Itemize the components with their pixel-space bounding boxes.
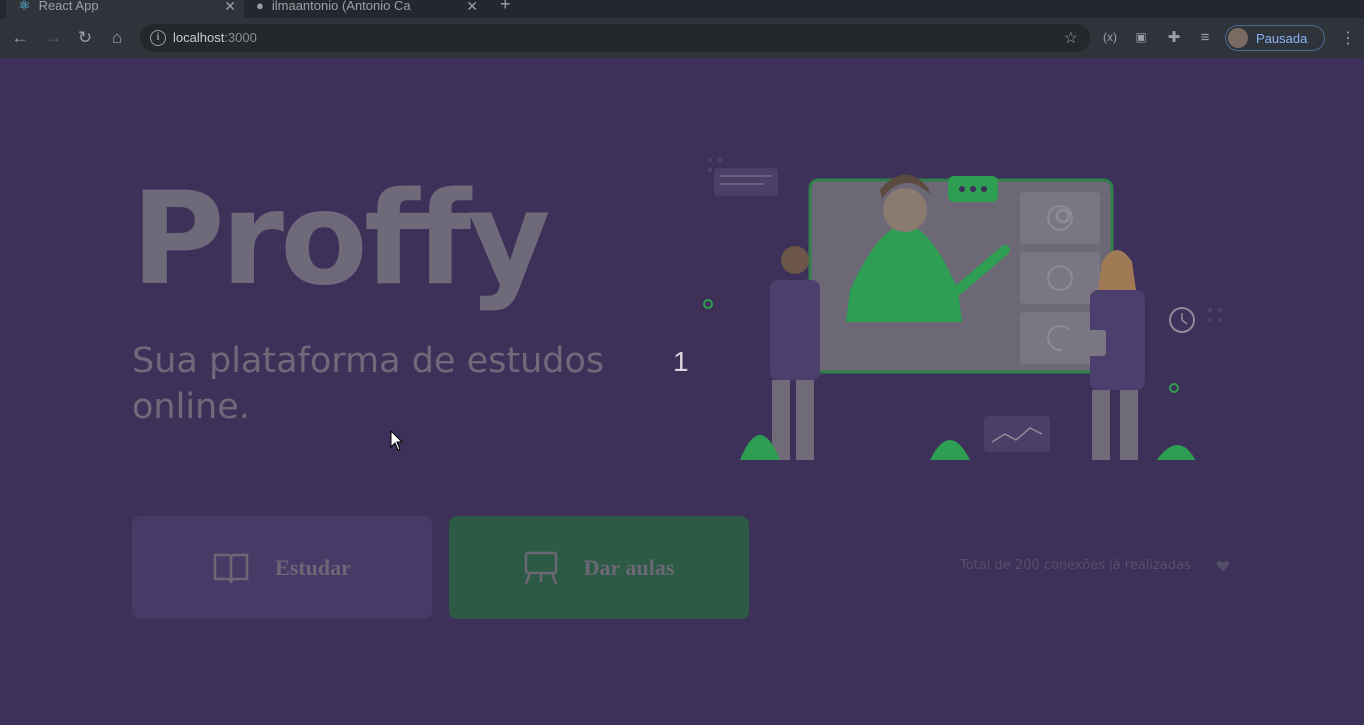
close-icon[interactable]: ✕ xyxy=(466,0,478,15)
step-marker: 1 xyxy=(673,346,689,377)
page-subtitle: Sua plataforma de estudos online. xyxy=(132,341,605,427)
address-bar[interactable]: i localhost:3000 ☆ xyxy=(140,24,1090,52)
tab-title: React App xyxy=(38,0,99,13)
hero-illustration xyxy=(703,158,1222,460)
avatar xyxy=(1228,28,1248,48)
chat-bubble xyxy=(714,168,778,196)
plant-right xyxy=(1156,445,1196,460)
tab-github[interactable]: ● ilmaantonio (Antonio Ca ✕ xyxy=(246,0,486,18)
connections-counter: Total de 200 conexões já realizadas xyxy=(960,558,1191,573)
teach-button[interactable]: Dar aulas xyxy=(449,516,749,619)
url-text: localhost:3000 xyxy=(173,30,257,45)
github-icon: ● xyxy=(256,0,264,13)
extension-icon[interactable]: (x) xyxy=(1101,28,1119,46)
plant-center xyxy=(930,440,970,460)
proffy-logo: Proffy xyxy=(131,165,551,314)
student-left xyxy=(770,280,820,380)
reload-icon[interactable]: ↻ xyxy=(74,27,96,49)
heart-icon xyxy=(1216,561,1230,571)
react-icon: ⚛ xyxy=(18,0,31,13)
book-open-icon xyxy=(213,553,249,583)
landing-page: Proffy Sua plataforma de estudos online.… xyxy=(0,58,1364,725)
browser-tab-strip: ⚛ React App ✕ ● ilmaantonio (Antonio Ca … xyxy=(0,0,1364,18)
mouse-cursor-icon xyxy=(390,430,404,451)
profile-label: Pausada xyxy=(1256,30,1308,46)
menu-icon[interactable]: ⋮ xyxy=(1340,28,1356,48)
home-icon[interactable]: ⌂ xyxy=(106,27,128,49)
chart-card xyxy=(984,416,1050,452)
bookmark-star-icon[interactable]: ☆ xyxy=(1064,28,1078,48)
close-icon[interactable]: ✕ xyxy=(224,0,236,15)
profile-button[interactable]: Pausada xyxy=(1225,25,1325,51)
tab-title: ilmaantonio (Antonio Ca xyxy=(271,0,411,13)
teach-button-label: Dar aulas xyxy=(583,554,675,580)
info-icon[interactable]: i xyxy=(150,30,166,46)
puzzle-icon[interactable]: ✚ xyxy=(1165,28,1183,46)
new-tab-button[interactable]: + xyxy=(500,0,511,15)
reading-list-icon[interactable]: ≡ xyxy=(1196,28,1214,46)
back-icon[interactable]: ← xyxy=(9,27,31,49)
tab-react-app[interactable]: ⚛ React App ✕ xyxy=(6,0,244,18)
browser-toolbar: ← → ↻ ⌂ i localhost:3000 ☆ (x) ▣ ✚ ≡ Pau… xyxy=(0,18,1364,59)
study-button[interactable]: Estudar xyxy=(132,516,432,619)
forward-icon[interactable]: → xyxy=(42,27,64,49)
study-button-label: Estudar xyxy=(275,554,351,580)
presentation-board-icon xyxy=(524,551,557,584)
extension-icon[interactable]: ▣ xyxy=(1132,28,1150,46)
